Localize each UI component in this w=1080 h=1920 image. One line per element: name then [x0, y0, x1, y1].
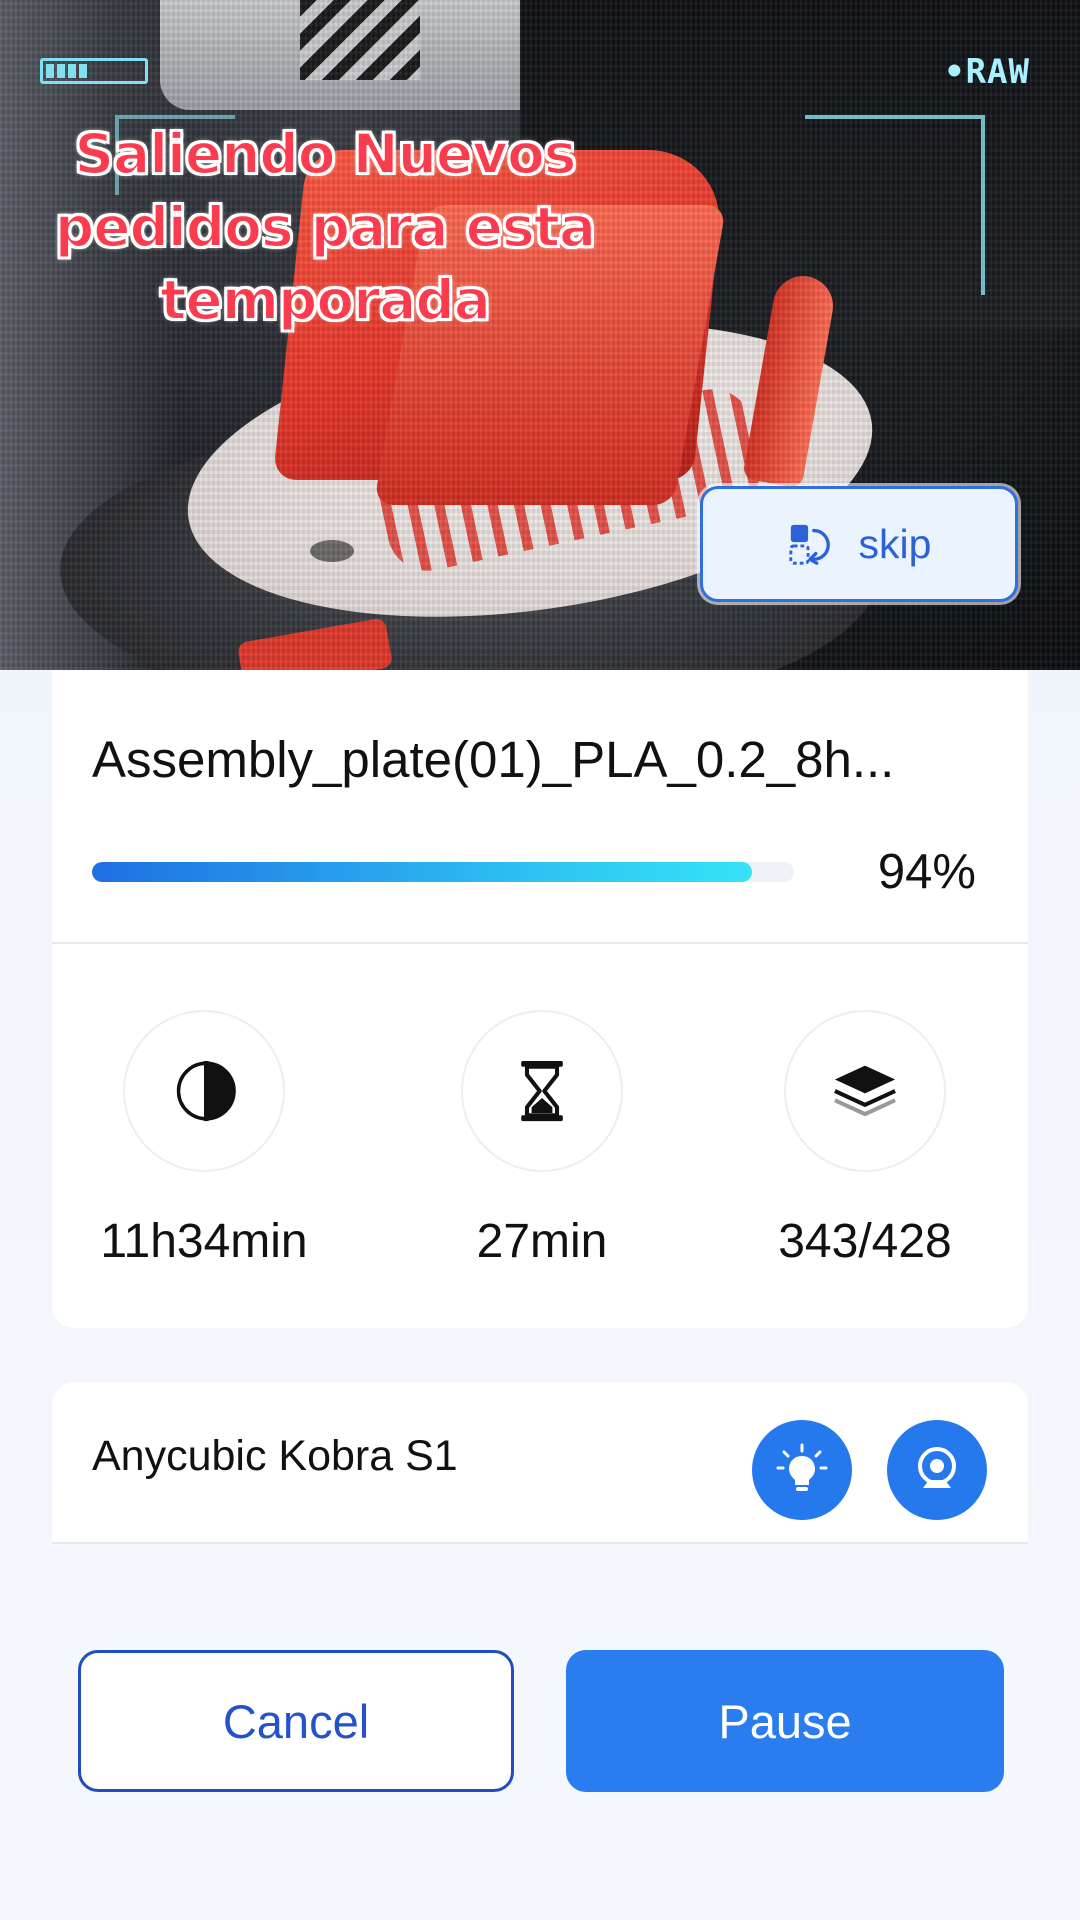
hud-raw-label: •RAW: [944, 52, 1030, 92]
stat-elapsed-time: 11h34min: [84, 1010, 324, 1269]
skip-object-icon: [788, 524, 830, 565]
stat-layers-value: 343/428: [778, 1215, 952, 1268]
battery-icon: [40, 58, 148, 84]
skip-label: skip: [858, 520, 932, 567]
caption-line: Saliendo Nuevos: [73, 121, 577, 187]
half-circle-clock-icon: [176, 1060, 236, 1122]
stat-layers: 343/428: [745, 1010, 985, 1269]
progress-percent: 94%: [877, 845, 976, 899]
battery-level: [46, 64, 90, 78]
stat-icon-circle: [123, 1010, 285, 1172]
stat-remaining-time: 27min: [422, 1010, 662, 1269]
divider: [52, 942, 1028, 944]
hud-corner-frame: [805, 115, 985, 295]
print-job-card: Assembly_plate(01)_PLA_0.2_8h... 94% 11h…: [52, 670, 1028, 1328]
divider: [52, 1542, 1028, 1544]
hourglass-icon: [521, 1060, 563, 1122]
stat-elapsed-value: 11h34min: [100, 1215, 308, 1268]
stat-icon-circle: [461, 1010, 623, 1172]
printer-name: Anycubic Kobra S1: [92, 1432, 458, 1480]
stat-remaining-value: 27min: [476, 1215, 608, 1268]
skip-button[interactable]: skip: [700, 486, 1018, 602]
caption-line: pedidos para esta: [54, 194, 597, 260]
caption-line: temporada: [159, 267, 492, 333]
printer-card: Anycubic Kobra S1: [52, 1382, 1028, 1544]
layers-icon: [834, 1065, 896, 1117]
progress-fill: [92, 862, 752, 882]
lightbulb-icon: [776, 1443, 828, 1491]
pause-button[interactable]: Pause: [566, 1650, 1004, 1792]
file-name: Assembly_plate(01)_PLA_0.2_8h...: [92, 731, 895, 788]
camera-toggle-button[interactable]: [887, 1420, 987, 1520]
stat-icon-circle: [784, 1010, 946, 1172]
progress-bar: [92, 862, 794, 882]
webcam-icon: [918, 1447, 956, 1488]
cancel-button[interactable]: Cancel: [78, 1650, 514, 1792]
overlay-caption: Saliendo Nuevos pedidos para esta tempor…: [20, 118, 630, 337]
light-toggle-button[interactable]: [752, 1420, 852, 1520]
